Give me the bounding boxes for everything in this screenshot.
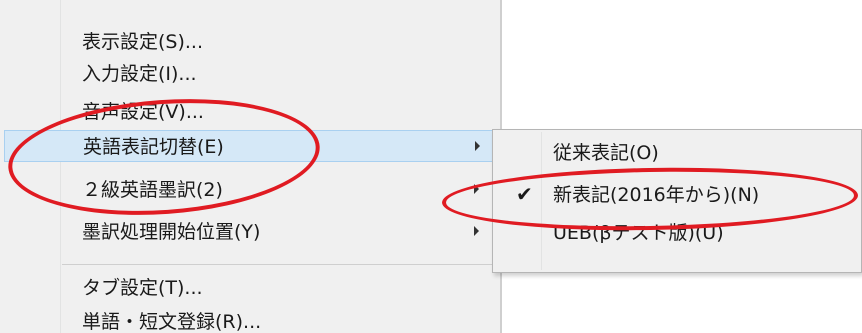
menu-item-label: タブ設定(T)...: [82, 277, 203, 299]
menu-item-tab-settings[interactable]: タブ設定(T)...: [4, 272, 496, 304]
menu-item-translation-start[interactable]: 墨訳処理開始位置(Y): [4, 216, 496, 248]
chevron-right-icon: [474, 226, 479, 236]
submenu-item-label: 従来表記(O): [553, 142, 659, 164]
menu-item-word-registration[interactable]: 単語・短文登録(R)...: [4, 306, 496, 333]
menu-item-label: 表示設定(S)...: [82, 31, 204, 53]
chevron-right-icon: [475, 141, 480, 151]
screenshot: 表示設定(S)... 入力設定(I)... 音声設定(V)... 英語表記切替(…: [0, 0, 862, 333]
menu-item-label: 墨訳処理開始位置(Y): [82, 221, 261, 243]
menu-item-label: 単語・短文登録(R)...: [82, 311, 262, 333]
menu-item-input-settings[interactable]: 入力設定(I)...: [4, 58, 496, 90]
menu-item-label: 入力設定(I)...: [82, 63, 197, 85]
menu-separator: [62, 264, 496, 265]
menu-item-display-settings[interactable]: 表示設定(S)...: [4, 26, 496, 58]
submenu-item-legacy-notation[interactable]: 従来表記(O): [495, 136, 859, 170]
